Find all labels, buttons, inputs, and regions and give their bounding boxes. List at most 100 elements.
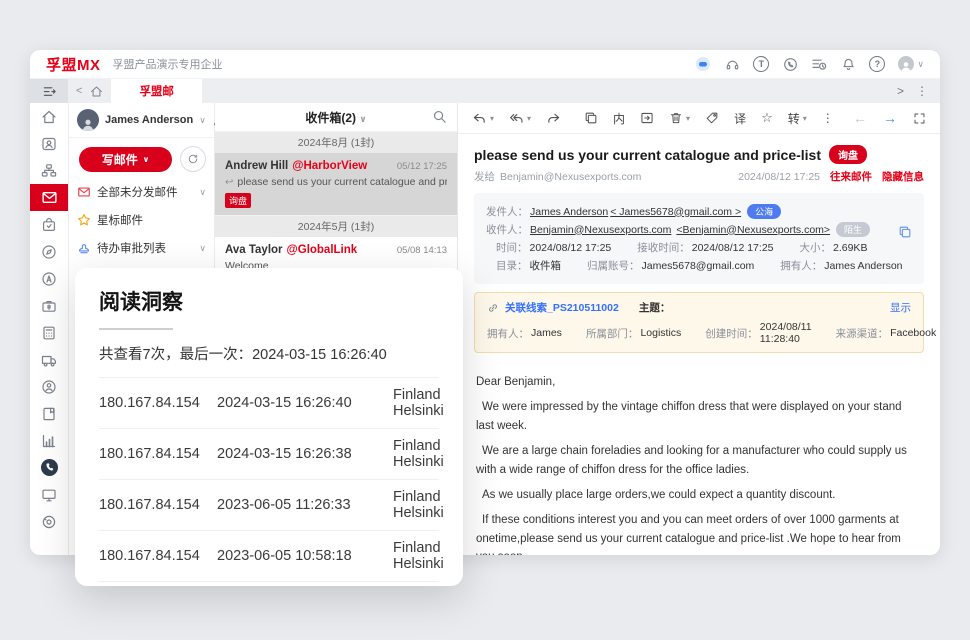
headset-icon[interactable] [724,56,740,72]
tab-more-icon[interactable]: ⋮ [916,84,928,98]
insight-row: 180.167.84.154 2023-06-05 10:58:18 Finla… [99,530,439,581]
read-location: Finland Helsinki [393,540,444,572]
reading-insights-popup: 阅读洞察 共查看7次，最后一次：2024-03-15 16:26:40 180.… [75,268,463,586]
visitor-ip: 180.167.84.154 [99,548,217,564]
rail-item-settings[interactable] [30,508,68,535]
search-icon[interactable] [432,109,447,124]
nav-back-icon[interactable]: < [76,85,82,97]
module-rail [30,103,69,555]
rail-item-orders[interactable] [30,211,68,238]
rail-item-billing[interactable] [30,319,68,346]
rail-item-video[interactable] [30,481,68,508]
prev-mail-icon[interactable]: ← [853,110,867,126]
forward-button[interactable] [546,111,561,126]
inquiry-badge: 询盘 [225,193,251,208]
rail-item-org[interactable] [30,157,68,184]
read-location: Finland Helsinki [393,387,444,419]
from-name[interactable]: James Anderson [530,206,608,218]
chevron-down-icon: ∨ [143,155,150,164]
refresh-button[interactable] [180,146,206,172]
account-menu[interactable]: ∨ [898,56,924,72]
lead-show-link[interactable]: 显示 [890,300,911,315]
visitor-ip: 180.167.84.154 [99,446,217,462]
to-name[interactable]: Benjamin@Nexusexports.com [530,224,671,236]
sent-to-label: 发给 [474,169,495,184]
chevron-down-icon: ∨ [917,60,924,69]
rail-item-mail[interactable] [30,184,68,211]
rail-item-documents[interactable] [30,400,68,427]
compose-button[interactable]: 写邮件 ∨ [79,147,172,172]
public-pool-badge: 公海 [747,204,781,219]
tab-scroll-next-icon[interactable]: > [897,84,904,98]
folder-starred[interactable]: 星标邮件 [69,206,214,234]
rail-item-logistics[interactable] [30,346,68,373]
history-list-icon[interactable] [811,56,827,72]
mail-meta-box: 发件人： James Anderson < James5678@gmail.co… [474,193,924,284]
tag-button[interactable] [705,111,719,125]
help-icon[interactable]: ? [869,56,885,72]
rail-item-discovery[interactable] [30,238,68,265]
chevron-down-icon: ∨ [199,116,206,125]
mail-subject: please send us your current catalogue an… [474,147,821,163]
timer-icon[interactable]: T [753,56,769,72]
mail-date: 2024/08/12 17:25 [738,171,820,183]
mailbox-selector[interactable]: 收件箱(2) ∨ [305,109,366,126]
rail-item-customer-service[interactable] [30,373,68,400]
folder-all-undistributed[interactable]: 全部未分发邮件 ∨ [69,178,214,206]
from-email[interactable]: < James5678@gmail.com > [610,206,741,218]
account-name: James Anderson [105,114,193,126]
next-mail-icon[interactable]: → [883,110,897,126]
reply-button[interactable]: ▾ [472,111,494,126]
insight-row: 180.167.84.154 2024-03-15 16:26:38 Finla… [99,428,439,479]
rail-item-contacts[interactable] [30,130,68,157]
mail-list-item[interactable]: Andrew Hill @HarborView 05/12 17:25 ↩ pl… [215,153,457,216]
popup-title: 阅读洞察 [99,286,439,316]
chevron-down-icon: ∨ [199,188,206,197]
topbar-icons: T ? ∨ [695,56,924,72]
stranger-badge: 陌生 [836,222,870,237]
mail-body: Dear Benjamin, We were impressed by the … [474,353,924,555]
read-location: Finland Helsinki [393,489,444,521]
account-avatar [77,109,99,131]
rail-item-analytics[interactable] [30,427,68,454]
copy-mail-button[interactable] [584,111,598,125]
bell-icon[interactable] [840,56,856,72]
collapse-sidebar-icon[interactable] [30,79,68,103]
phone-contact-icon[interactable] [782,56,798,72]
move-to-folder-button[interactable] [640,111,654,125]
sent-to-address: Benjamin@Nexusexports.com [500,171,641,183]
reply-all-button[interactable]: ▾ [509,111,531,126]
visitor-ip: 180.167.84.154 [99,395,217,411]
read-time: 2023-06-05 11:26:33 [217,497,393,513]
delete-button[interactable]: ▾ [669,111,690,125]
transfer-button[interactable]: 转 ▾ [788,110,807,127]
star-button[interactable]: ☆ [761,110,773,126]
rail-item-home[interactable] [30,103,68,130]
divider [99,328,173,330]
inquiry-badge: 询盘 [829,145,867,164]
translate-button[interactable]: 译 [734,110,746,127]
to-email[interactable]: <Benjamin@Nexusexports.com> [676,224,830,236]
link-icon [487,302,499,314]
account-switcher[interactable]: James Anderson ∨ [69,103,214,138]
rail-item-finance[interactable] [30,292,68,319]
more-actions-button[interactable]: ⋮ [822,111,834,125]
copy-meta-icon[interactable] [898,225,912,239]
read-time: 2023-06-05 10:58:18 [217,548,393,564]
user-avatar [898,56,914,72]
fullscreen-icon[interactable] [913,112,926,125]
rail-item-call-center[interactable] [30,454,68,481]
rail-item-marketing[interactable] [30,265,68,292]
visitor-ip: 180.167.84.154 [99,497,217,513]
insights-summary: 共查看7次，最后一次：2024-03-15 16:26:40 [99,343,439,364]
home-icon[interactable] [90,85,103,98]
internal-forward-button[interactable]: 内 [613,110,625,127]
thread-mails-link[interactable]: 往来邮件 [830,169,872,184]
tab-mail-app[interactable]: 孚盟邮 [111,79,202,103]
chevron-down-icon: ∨ [199,244,206,253]
ai-assistant-icon[interactable] [695,56,711,72]
lead-id-link[interactable]: 关联线索_PS210511002 [505,300,619,315]
folder-approval-list[interactable]: 待办审批列表 ∨ [69,234,214,262]
hide-info-link[interactable]: 隐藏信息 [882,169,924,184]
insight-row: 180.167.84.154 2024-03-15 16:26:40 Finla… [99,377,439,428]
